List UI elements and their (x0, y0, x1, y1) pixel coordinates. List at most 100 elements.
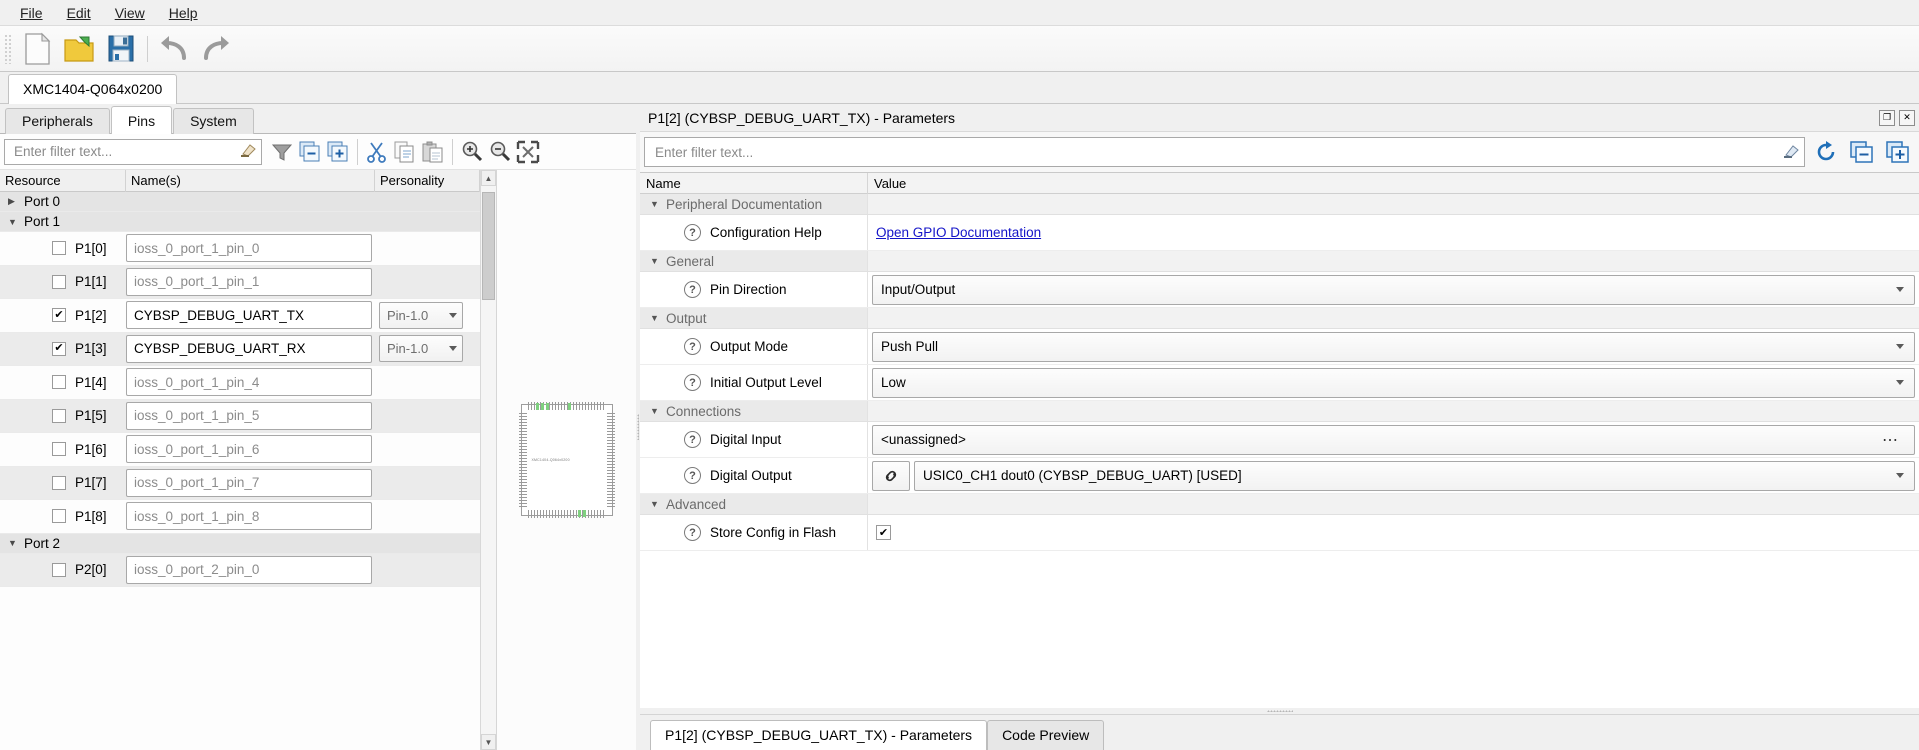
filter-button[interactable] (268, 138, 296, 166)
pins-filter-box[interactable] (4, 138, 262, 165)
scroll-down-arrow[interactable]: ▼ (481, 734, 496, 750)
bottom-tab-parameters[interactable]: P1[2] (CYBSP_DEBUG_UART_TX) - Parameters (650, 720, 988, 750)
pins-group-row[interactable]: ▶ Port 0 (0, 192, 480, 212)
zoom-out-button[interactable] (486, 138, 514, 166)
eraser-icon[interactable] (1782, 143, 1800, 162)
table-row[interactable]: P1[0] ioss_0_port_1_pin_0 (0, 232, 480, 266)
pin-name-input[interactable]: ioss_0_port_1_pin_7 (126, 468, 372, 497)
pin-enable-checkbox[interactable] (52, 562, 66, 577)
scroll-thumb[interactable] (482, 192, 495, 300)
copy-button[interactable] (391, 138, 419, 166)
chevron-down-icon[interactable]: ▼ (650, 499, 664, 509)
collapse-all-button[interactable] (296, 138, 324, 166)
column-header-resource[interactable]: Resource (0, 169, 126, 192)
chevron-right-icon[interactable]: ▶ (8, 196, 24, 207)
parameter-checkbox[interactable]: ✔ (876, 525, 891, 540)
pin-name-input[interactable]: CYBSP_DEBUG_UART_RX (126, 334, 372, 363)
toolbar-grip[interactable] (4, 33, 13, 64)
parameter-dropdown[interactable]: Low (872, 367, 1915, 398)
scroll-up-arrow[interactable]: ▲ (481, 170, 496, 186)
chevron-down-icon[interactable]: ▼ (650, 313, 664, 323)
bottom-tab-code-preview[interactable]: Code Preview (987, 720, 1105, 750)
zoom-in-button[interactable] (458, 138, 486, 166)
redo-button[interactable] (195, 29, 237, 69)
parameter-dropdown[interactable]: Input/Output (872, 274, 1915, 305)
pin-name-input[interactable]: ioss_0_port_1_pin_1 (126, 267, 372, 296)
ellipsis-icon[interactable]: ⋯ (1882, 430, 1900, 450)
pin-enable-checkbox[interactable]: ✔ (52, 308, 66, 323)
menu-item-view[interactable]: View (103, 2, 157, 24)
scroll-track[interactable] (481, 186, 496, 734)
pin-personality-dropdown[interactable]: Pin-1.0 (379, 335, 463, 363)
restore-window-button[interactable]: ❐ (1879, 109, 1895, 126)
parameter-row[interactable]: ? Configuration Help Open GPIO Documentati… (640, 215, 1919, 251)
table-row[interactable]: P1[5] ioss_0_port_1_pin_5 (0, 399, 480, 433)
zoom-fit-button[interactable] (514, 138, 542, 166)
help-question-icon[interactable]: ? (684, 338, 701, 355)
column-header-personality[interactable]: Personality (375, 169, 480, 192)
help-question-icon[interactable]: ? (684, 224, 701, 241)
column-header-names[interactable]: Name(s) (126, 169, 375, 192)
parameter-dropdown[interactable]: USIC0_CH1 dout0 (CYBSP_DEBUG_UART) [USED… (914, 460, 1915, 491)
chevron-down-icon[interactable]: ▼ (650, 256, 664, 266)
pin-name-input[interactable]: ioss_0_port_1_pin_6 (126, 435, 372, 464)
documentation-link[interactable]: Open GPIO Documentation (876, 225, 1041, 240)
save-button[interactable] (100, 29, 142, 69)
parameter-group-row[interactable]: ▼ Peripheral Documentation (640, 194, 1919, 215)
expand-all-button[interactable] (324, 138, 352, 166)
table-row[interactable]: ✔ P1[3] CYBSP_DEBUG_UART_RX Pin-1.0 (0, 332, 480, 366)
eraser-icon[interactable] (239, 142, 257, 161)
expand-all-button[interactable] (1883, 137, 1913, 167)
table-row[interactable]: ✔ P1[2] CYBSP_DEBUG_UART_TX Pin-1.0 (0, 299, 480, 333)
pin-name-input[interactable]: ioss_0_port_1_pin_4 (126, 368, 372, 397)
parameter-row[interactable]: ? Pin Direction Input/Output (640, 272, 1919, 308)
column-header-value[interactable]: Value (868, 176, 1919, 191)
parameter-group-row[interactable]: ▼ Output (640, 308, 1919, 329)
pin-name-input[interactable]: ioss_0_port_1_pin_5 (126, 401, 372, 430)
collapse-all-button[interactable] (1847, 137, 1877, 167)
pin-enable-checkbox[interactable] (52, 442, 66, 457)
parameter-row[interactable]: ? Initial Output Level Low (640, 365, 1919, 401)
pin-enable-checkbox[interactable] (52, 375, 66, 390)
table-row[interactable]: P1[4] ioss_0_port_1_pin_4 (0, 366, 480, 400)
help-question-icon[interactable]: ? (684, 374, 701, 391)
tab-peripherals[interactable]: Peripherals (5, 108, 110, 134)
refresh-button[interactable] (1811, 137, 1841, 167)
pin-name-input[interactable]: ioss_0_port_2_pin_0 (126, 555, 372, 584)
parameter-group-row[interactable]: ▼ General (640, 251, 1919, 272)
tab-system[interactable]: System (173, 108, 254, 134)
paste-button[interactable] (419, 138, 447, 166)
new-file-button[interactable] (16, 29, 58, 69)
chevron-down-icon[interactable]: ▼ (8, 538, 24, 548)
parameter-row[interactable]: ? Output Mode Push Pull (640, 329, 1919, 365)
menu-item-help[interactable]: Help (157, 2, 210, 24)
parameter-group-row[interactable]: ▼ Advanced (640, 494, 1919, 515)
chevron-down-icon[interactable]: ▼ (650, 406, 664, 416)
pins-filter-input[interactable] (12, 143, 239, 160)
pin-name-input[interactable]: CYBSP_DEBUG_UART_TX (126, 301, 372, 330)
pin-enable-checkbox[interactable] (52, 408, 66, 423)
pins-table-scrollbar[interactable]: ▲ ▼ (480, 170, 496, 750)
parameters-filter-box[interactable] (644, 137, 1805, 167)
pin-enable-checkbox[interactable]: ✔ (52, 341, 66, 356)
parameter-field[interactable]: <unassigned> ⋯ (872, 424, 1915, 455)
close-window-button[interactable]: ✕ (1899, 109, 1915, 126)
pin-enable-checkbox[interactable] (52, 509, 66, 524)
tab-pins[interactable]: Pins (110, 106, 173, 134)
pin-name-input[interactable]: ioss_0_port_1_pin_0 (126, 234, 372, 263)
help-question-icon[interactable]: ? (684, 524, 701, 541)
parameter-dropdown[interactable]: Push Pull (872, 331, 1915, 362)
help-question-icon[interactable]: ? (684, 281, 701, 298)
parameter-row[interactable]: ? Digital Input <unassigned> ⋯ (640, 422, 1919, 458)
parameter-row[interactable]: ? Digital Output USIC0_CH1 dout0 (CYBSP_DE… (640, 458, 1919, 494)
pin-enable-checkbox[interactable] (52, 274, 66, 289)
undo-button[interactable] (153, 29, 195, 69)
chevron-down-icon[interactable]: ▼ (8, 217, 24, 227)
parameter-row[interactable]: ? Store Config in Flash ✔ (640, 515, 1919, 551)
pins-group-row[interactable]: ▼ Port 1 (0, 212, 480, 232)
chip-preview-pane[interactable]: XMC1404-Q064x0200 (496, 170, 636, 750)
menu-item-file[interactable]: File (8, 2, 55, 24)
cut-button[interactable] (363, 138, 391, 166)
help-question-icon[interactable]: ? (684, 467, 701, 484)
table-row[interactable]: P1[7] ioss_0_port_1_pin_7 (0, 466, 480, 500)
